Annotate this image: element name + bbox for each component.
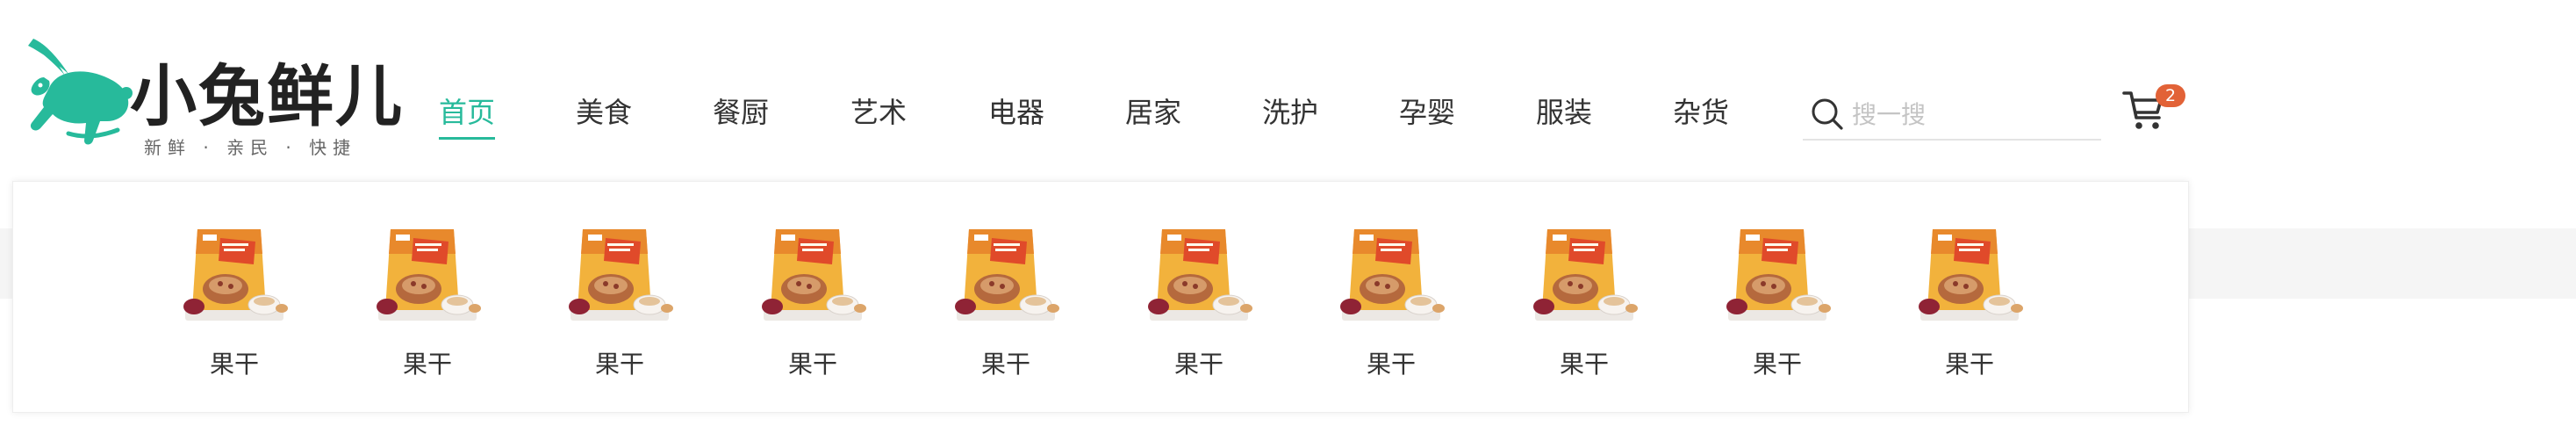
category-goods-list: 果干 果干 果干 果干 果干 果干 果干 果干 果干 果干 bbox=[13, 182, 2188, 412]
cart-count-badge: 2 bbox=[2156, 84, 2185, 107]
site-header: 小兔鲜儿 新鲜 · 亲民 · 快捷 首页 美食 餐厨 艺术 电器 居家 洗护 孕… bbox=[0, 0, 2576, 176]
nav-item-baby[interactable]: 孕婴 bbox=[1399, 93, 1455, 132]
goods-thumbnail bbox=[951, 222, 1060, 331]
category-goods-item[interactable]: 果干 bbox=[1530, 222, 1639, 389]
goods-thumbnail bbox=[1723, 222, 1832, 331]
goods-name: 果干 bbox=[1559, 350, 1609, 379]
logo[interactable]: 小兔鲜儿 新鲜 · 亲民 · 快捷 bbox=[16, 37, 402, 160]
goods-name: 果干 bbox=[1752, 350, 1802, 379]
nav-item-label: 电器 bbox=[988, 96, 1045, 129]
goods-name: 果干 bbox=[1944, 350, 1994, 379]
nav-item-label: 服装 bbox=[1536, 96, 1593, 129]
nav-item-appliances[interactable]: 电器 bbox=[988, 93, 1044, 132]
search-input[interactable] bbox=[1852, 95, 2089, 134]
category-goods-item[interactable]: 果干 bbox=[1144, 222, 1253, 389]
nav-active-underline bbox=[439, 137, 496, 140]
category-goods-item[interactable]: 果干 bbox=[1723, 222, 1832, 389]
category-goods-item[interactable]: 果干 bbox=[565, 222, 674, 389]
category-goods-item[interactable]: 果干 bbox=[951, 222, 1060, 389]
goods-name: 果干 bbox=[1173, 350, 1223, 379]
nav-item-clothing[interactable]: 服装 bbox=[1536, 93, 1592, 132]
nav-item-home[interactable]: 首页 bbox=[439, 93, 496, 140]
category-goods-item[interactable]: 果干 bbox=[1915, 222, 2024, 389]
nav-item-groceries[interactable]: 杂货 bbox=[1673, 93, 1729, 132]
nav-item-label: 杂货 bbox=[1673, 96, 1730, 129]
goods-name: 果干 bbox=[980, 350, 1030, 379]
category-goods-item[interactable]: 果干 bbox=[373, 222, 482, 389]
goods-name: 果干 bbox=[402, 350, 452, 379]
goods-thumbnail bbox=[373, 222, 482, 331]
nav-item-home-living[interactable]: 居家 bbox=[1125, 93, 1181, 132]
goods-thumbnail bbox=[180, 222, 289, 331]
logo-name: 小兔鲜儿 bbox=[130, 57, 404, 135]
category-goods-item[interactable]: 果干 bbox=[180, 222, 289, 389]
goods-name: 果干 bbox=[209, 350, 259, 379]
goods-name: 果干 bbox=[594, 350, 644, 379]
goods-thumbnail bbox=[565, 222, 674, 331]
goods-thumbnail bbox=[1144, 222, 1253, 331]
nav-item-label: 艺术 bbox=[850, 96, 908, 129]
category-goods-item[interactable]: 果干 bbox=[1337, 222, 1446, 389]
nav-item-label: 居家 bbox=[1125, 96, 1182, 129]
goods-thumbnail bbox=[1337, 222, 1446, 331]
goods-name: 果干 bbox=[787, 350, 837, 379]
goods-thumbnail bbox=[1915, 222, 2024, 331]
goods-thumbnail bbox=[758, 222, 867, 331]
nav-item-kitchen[interactable]: 餐厨 bbox=[713, 93, 769, 132]
search-box bbox=[1803, 91, 2101, 141]
goods-thumbnail bbox=[1530, 222, 1639, 331]
goods-name: 果干 bbox=[1366, 350, 1416, 379]
nav-item-label: 洗护 bbox=[1262, 96, 1319, 129]
cart-button[interactable]: 2 bbox=[2122, 84, 2185, 137]
nav-item-label: 首页 bbox=[439, 96, 496, 129]
nav-item-personal-care[interactable]: 洗护 bbox=[1262, 93, 1318, 132]
search-icon[interactable] bbox=[1810, 97, 1845, 132]
nav-item-label: 美食 bbox=[576, 96, 633, 129]
logo-slogan: 新鲜 · 亲民 · 快捷 bbox=[144, 137, 357, 158]
rabbit-logo-icon bbox=[28, 39, 133, 145]
nav-item-label: 孕婴 bbox=[1399, 96, 1456, 129]
category-goods-item[interactable]: 果干 bbox=[758, 222, 867, 389]
category-dropdown: 果干 果干 果干 果干 果干 果干 果干 果干 果干 果干 bbox=[12, 181, 2189, 413]
nav-item-art[interactable]: 艺术 bbox=[850, 93, 907, 132]
nav-item-food[interactable]: 美食 bbox=[576, 93, 632, 132]
nav-item-label: 餐厨 bbox=[713, 96, 770, 129]
